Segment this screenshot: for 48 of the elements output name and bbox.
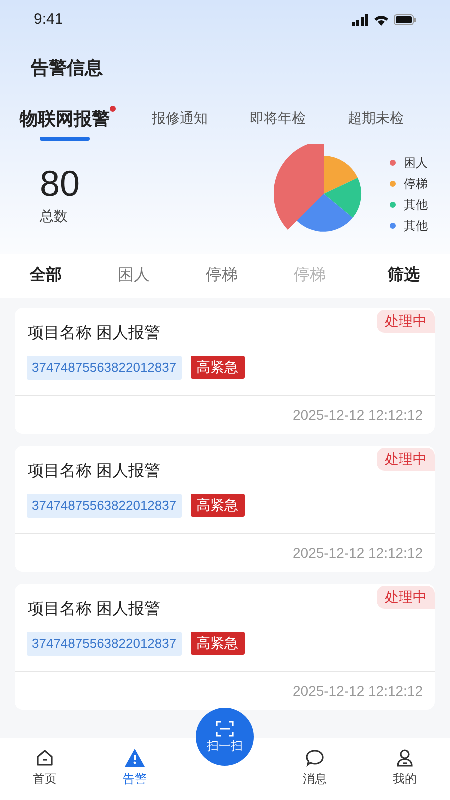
legend-label: 困人 (404, 154, 428, 172)
device-code: 37474875563822012837 (27, 356, 182, 380)
alarm-time: 2025-12-12 12:12:12 (293, 544, 423, 562)
battery-icon (394, 14, 416, 26)
tab-underline (40, 137, 90, 141)
home-icon (35, 748, 55, 768)
legend-label: 其他 (404, 218, 428, 234)
filter-tab[interactable]: 全部 (30, 264, 118, 288)
alarm-time: 2025-12-12 12:12:12 (293, 406, 423, 424)
alarm-title: 项目名称 困人报警 (28, 600, 162, 620)
nav-tab[interactable]: 消息 (270, 748, 360, 788)
alarm-title: 项目名称 困人报警 (28, 462, 162, 482)
filter-button[interactable]: 筛选 (388, 264, 420, 288)
category-tab[interactable]: 即将年检 (250, 108, 306, 129)
alarm-title: 项目名称 困人报警 (28, 324, 162, 344)
signal-icon (352, 14, 369, 26)
device-code: 37474875563822012837 (27, 632, 182, 656)
chat-bubble-icon (305, 748, 325, 768)
nav-tab[interactable]: 首页 (0, 748, 90, 788)
alarm-card[interactable]: 处理中 项目名称 困人报警 37474875563822012837 高紧急 2025-12-12 12:12:12 (15, 584, 435, 710)
device-code: 37474875563822012837 (27, 494, 182, 518)
status-badge: 处理中 (377, 448, 435, 471)
category-tab[interactable]: 物联网报警 (20, 106, 110, 141)
legend-label: 停梯 (404, 176, 428, 192)
alarm-time: 2025-12-12 12:12:12 (293, 682, 423, 700)
total-label: 总数 (40, 206, 69, 226)
alarm-card[interactable]: 处理中 项目名称 困人报警 37474875563822012837 高紧急 2025-12-12 12:12:12 (15, 308, 435, 434)
filter-tab[interactable]: 困人 (118, 264, 206, 288)
nav-tab[interactable]: 我的 (360, 748, 450, 788)
status-badge: 处理中 (377, 310, 435, 333)
urgency-tag: 高紧急 (190, 632, 245, 656)
page-title: 告警信息 (31, 56, 103, 80)
category-tab[interactable]: 报修通知 (152, 108, 208, 129)
total-count: 80 (40, 162, 82, 206)
warning-icon (124, 748, 146, 768)
nav-tab[interactable]: 告警 (90, 748, 180, 788)
status-time: 9:41 (34, 10, 64, 30)
legend-label: 其他 (404, 196, 428, 214)
alarm-card[interactable]: 处理中 项目名称 困人报警 37474875563822012837 高紧急 2025-12-12 12:12:12 (15, 446, 435, 572)
user-icon (395, 748, 415, 768)
urgency-tag: 高紧急 (190, 356, 245, 380)
scan-button[interactable]: 扫一扫 (196, 708, 254, 766)
wifi-icon (374, 14, 389, 26)
filter-tab[interactable]: 停梯 (206, 264, 294, 288)
category-tab[interactable]: 超期未检 (348, 108, 404, 129)
status-badge: 处理中 (377, 586, 435, 609)
scan-icon (216, 721, 234, 737)
urgency-tag: 高紧急 (190, 494, 245, 518)
